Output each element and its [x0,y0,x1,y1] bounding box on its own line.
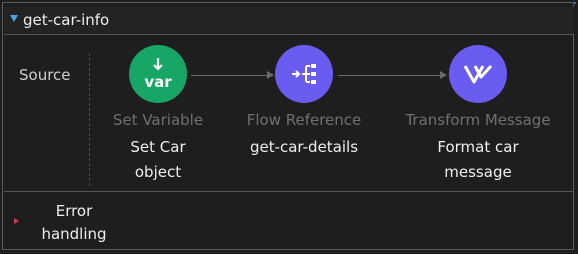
error-handling-line: Error [55,202,93,220]
processor-name-line: message [444,163,512,181]
source-label[interactable]: Source [19,66,71,84]
processor-name-line: get-car-details [249,138,359,156]
processor-type-label: Set Variable [112,111,204,129]
flow-reference-processor[interactable]: Flow Reference get-car-details [219,45,389,160]
processor-name-line: object [134,163,182,181]
set-variable-processor[interactable]: var Set Variable Set Car object [73,45,243,185]
processor-name-line: Set Car [130,138,186,156]
var-icon[interactable]: var [129,45,187,103]
error-handling-label[interactable]: Error handling [29,200,119,246]
processor-name-line: Format car [437,138,519,156]
processor-name-label: Set Car object [73,135,243,185]
flow-name[interactable]: get-car-info [23,11,109,29]
processor-name-label: get-car-details [219,135,389,160]
dataweave-icon[interactable] [449,45,507,103]
var-icon-text: var [144,73,172,91]
error-handling-line: handling [41,225,107,243]
transform-message-processor[interactable]: Transform Message Format car message [393,45,563,185]
flow-reference-icon[interactable] [275,45,333,103]
processor-type-label: Transform Message [405,111,551,129]
processor-name-label: Format car message [393,135,563,185]
flow-header[interactable]: get-car-info [4,7,574,35]
collapse-triangle-icon[interactable] [10,15,18,22]
flow-container: get-car-info Source var Set Variable Set… [2,2,574,250]
processor-type-label: Flow Reference [246,111,362,129]
expand-triangle-icon[interactable] [14,218,19,224]
error-section-divider [4,191,574,192]
